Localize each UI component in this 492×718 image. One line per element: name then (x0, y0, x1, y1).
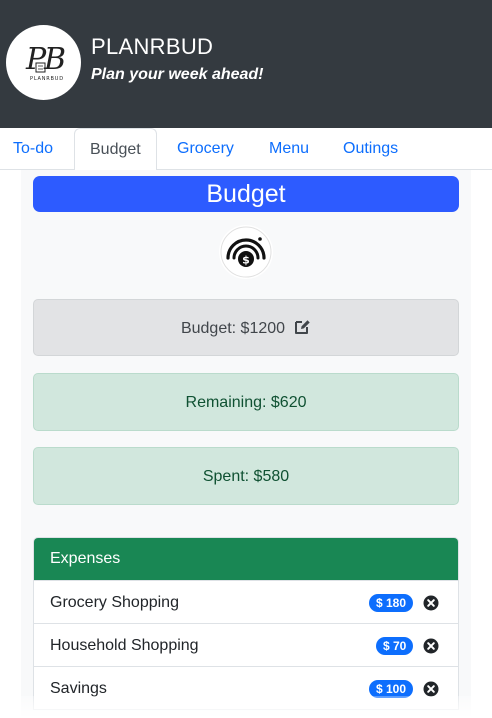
bottom-fade (0, 696, 492, 718)
expense-name: Grocery Shopping (50, 594, 179, 611)
planrbud-logo-icon: P B PLANRBUD (25, 42, 66, 82)
expense-amount-badge: $ 70 (376, 637, 414, 655)
tab-menu[interactable]: Menu (269, 128, 309, 170)
delete-expense-icon[interactable] (423, 595, 439, 611)
spent-card: Spent: $580 (33, 447, 459, 505)
edit-icon[interactable] (293, 318, 311, 336)
expenses-list: Expenses Grocery Shopping $ 180 Househol… (33, 537, 459, 710)
expense-amount-badge: $ 180 (369, 594, 414, 612)
remaining-card: Remaining: $620 (33, 373, 459, 431)
list-item: Household Shopping $ 70 (34, 623, 458, 666)
tab-grocery[interactable]: Grocery (177, 128, 234, 170)
tab-todo[interactable]: To-do (13, 128, 53, 170)
main-tabs: To-do Budget Grocery Menu Outings (0, 128, 492, 171)
app-title: PLANRBUD (91, 34, 214, 59)
expense-name: Household Shopping (50, 637, 199, 654)
app-logo: P B PLANRBUD (6, 25, 81, 100)
budget-heading: Budget (33, 176, 459, 212)
expenses-heading: Expenses (34, 538, 458, 580)
budget-total-card: Budget: $1200 (33, 299, 459, 356)
tab-outings[interactable]: Outings (343, 128, 398, 170)
svg-text:B: B (43, 42, 66, 77)
app-header: P B PLANRBUD PLANRBUD Plan your week ahe… (0, 0, 492, 128)
spent-label: Spent: $580 (202, 468, 290, 485)
budget-gauge-icon: $ (219, 225, 273, 279)
budget-total-label: Budget: $1200 (180, 320, 286, 337)
delete-expense-icon[interactable] (423, 681, 439, 697)
remaining-label: Remaining: $620 (185, 394, 307, 411)
list-item: Grocery Shopping $ 180 (34, 580, 458, 623)
svg-text:$: $ (242, 254, 250, 267)
tab-budget[interactable]: Budget (74, 128, 157, 171)
app-tagline: Plan your week ahead! (91, 66, 264, 83)
svg-text:PLANRBUD: PLANRBUD (30, 76, 64, 82)
delete-expense-icon[interactable] (423, 638, 439, 654)
